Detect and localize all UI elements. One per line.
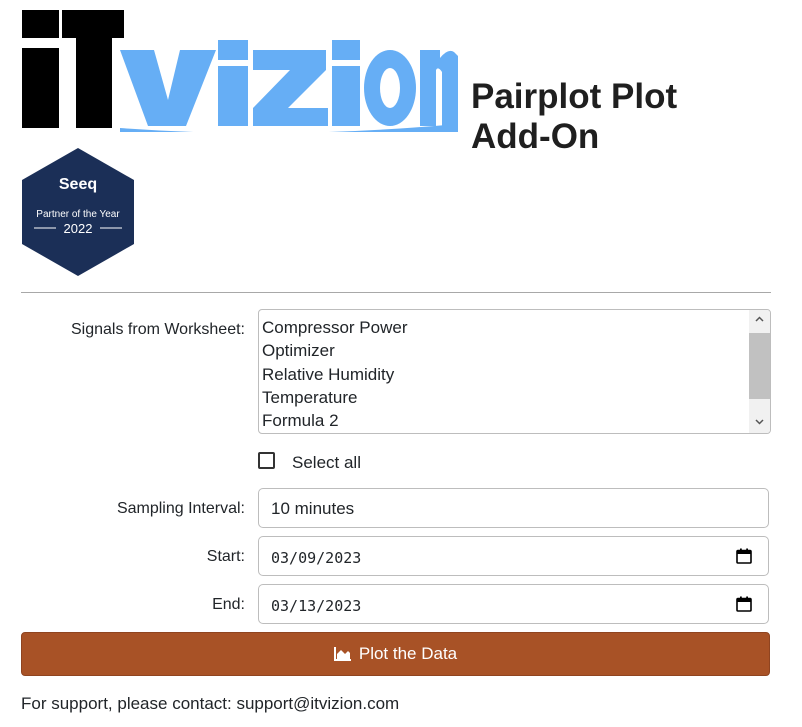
sampling-interval-value: 10 minutes bbox=[271, 499, 355, 518]
calendar-icon[interactable] bbox=[736, 596, 752, 612]
signals-listbox[interactable]: Compressor Power Optimizer Relative Humi… bbox=[258, 309, 771, 434]
end-date-value: 03/13/2023 bbox=[271, 597, 362, 615]
start-date-input[interactable]: 03/09/2023 bbox=[258, 536, 769, 576]
signal-option[interactable]: Optimizer bbox=[262, 339, 770, 362]
page-title-line2: Add-On bbox=[471, 117, 600, 156]
scroll-up-icon[interactable] bbox=[749, 310, 770, 330]
badge-year: 2022 bbox=[64, 221, 93, 236]
page-title-line1: Pairplot Plot bbox=[471, 77, 678, 116]
signals-label: Signals from Worksheet: bbox=[71, 321, 245, 338]
signals-list: Compressor Power Optimizer Relative Humi… bbox=[259, 310, 770, 432]
badge-brand: Seeq bbox=[59, 176, 97, 193]
start-label: Start: bbox=[206, 548, 245, 565]
signal-option[interactable]: Relative Humidity bbox=[262, 363, 770, 386]
calendar-icon[interactable] bbox=[736, 548, 752, 564]
select-all-checkbox[interactable] bbox=[258, 452, 275, 469]
support-text: For support, please contact: support@itv… bbox=[21, 694, 400, 713]
plot-data-button[interactable]: Plot the Data bbox=[21, 632, 770, 676]
scrollbar-thumb[interactable] bbox=[749, 333, 770, 399]
page-title: Pairplot Plot Add-On bbox=[471, 77, 677, 157]
signal-option[interactable]: Temperature bbox=[262, 386, 770, 409]
badge-line: Partner of the Year bbox=[36, 209, 120, 220]
select-all-label[interactable]: Select all bbox=[292, 453, 361, 473]
area-chart-icon bbox=[333, 647, 351, 661]
plot-data-label: Plot the Data bbox=[358, 644, 458, 663]
end-date-input[interactable]: 03/13/2023 bbox=[258, 584, 769, 624]
sampling-interval-input[interactable]: 10 minutes bbox=[258, 488, 769, 528]
sampling-interval-label: Sampling Interval: bbox=[116, 500, 245, 517]
signals-scrollbar[interactable] bbox=[749, 310, 770, 433]
signal-option[interactable]: Compressor Power bbox=[262, 316, 770, 339]
scroll-down-icon[interactable] bbox=[749, 413, 770, 433]
start-date-value: 03/09/2023 bbox=[271, 549, 362, 567]
end-label: End: bbox=[212, 596, 245, 613]
seeq-partner-badge: Seeq Partner of the Year 2022 bbox=[22, 148, 134, 276]
divider bbox=[21, 292, 771, 293]
itvizion-logo bbox=[22, 10, 458, 132]
signal-option[interactable]: Formula 2 bbox=[262, 409, 770, 432]
